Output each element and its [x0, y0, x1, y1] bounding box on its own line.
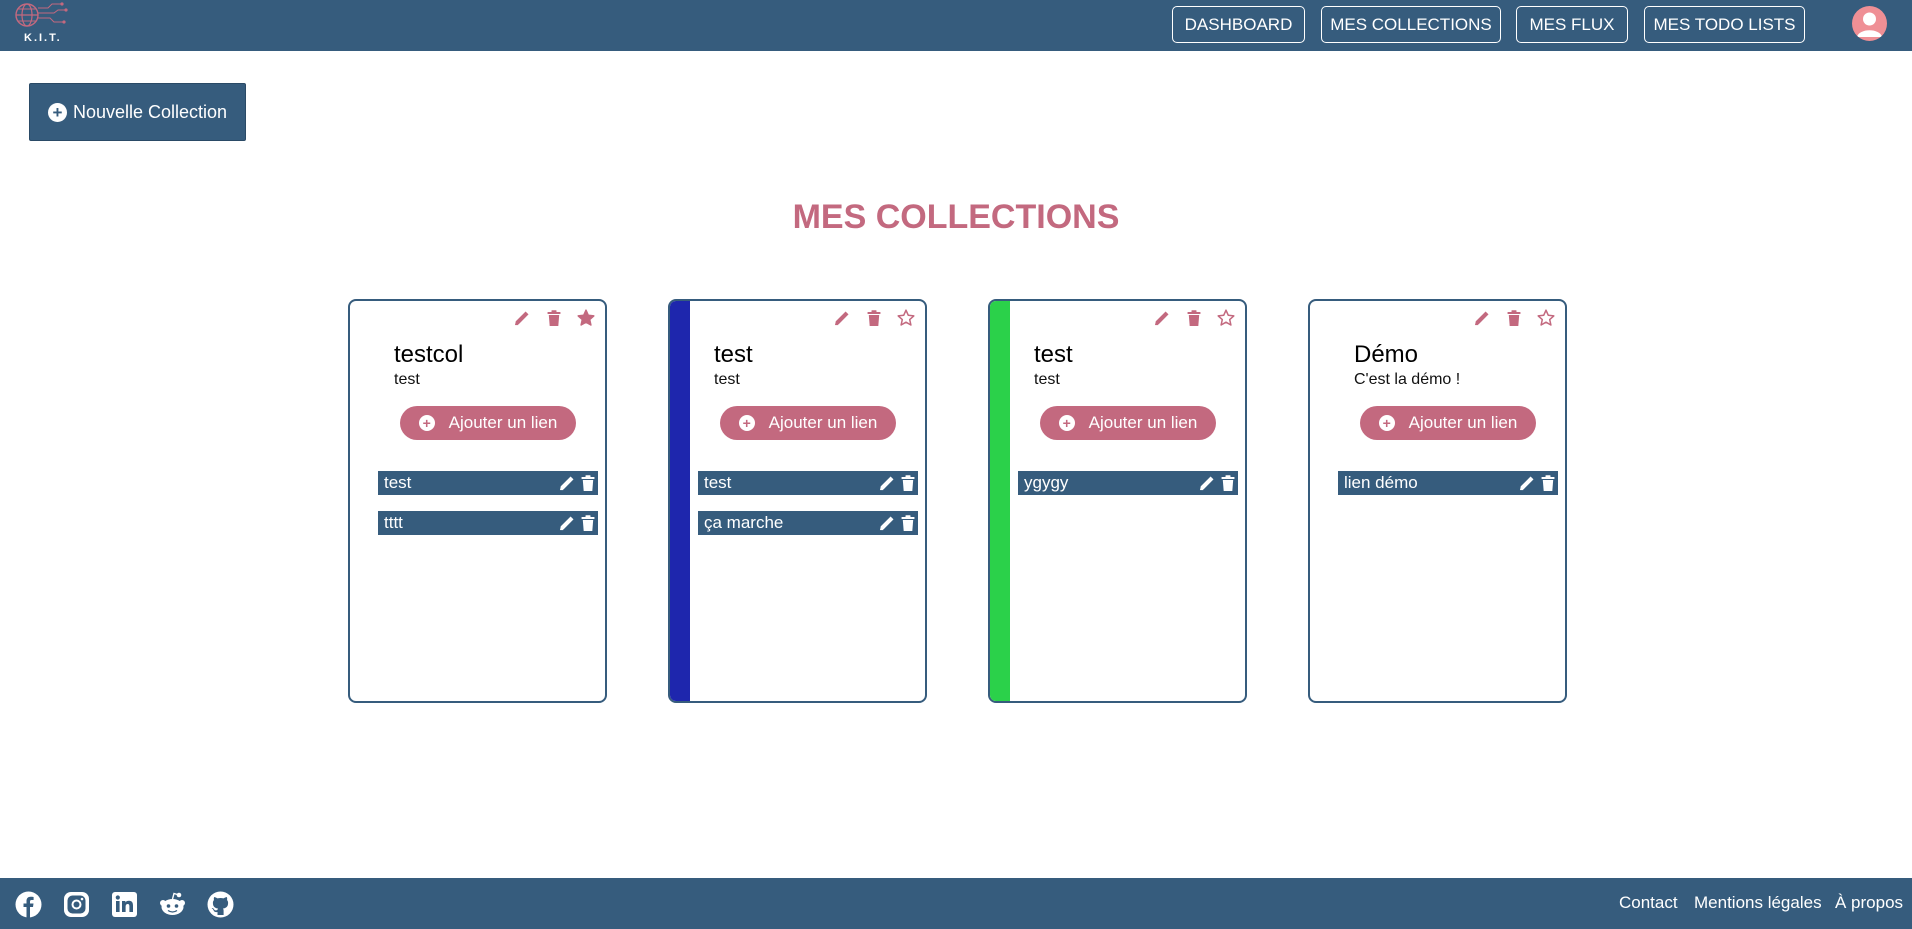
plus-circle-icon: + [738, 415, 755, 431]
plus-circle-icon: + [418, 415, 435, 431]
facebook-icon[interactable] [15, 891, 42, 918]
plus-circle-icon: + [1058, 415, 1075, 431]
collection-card: test test + Ajouter un lien test ça march… [668, 299, 927, 703]
logo-text: K.I.T. [24, 32, 62, 44]
new-collection-label: Nouvelle Collection [72, 101, 228, 122]
star-outline-icon[interactable] [1217, 309, 1235, 327]
add-link-button[interactable]: + Ajouter un lien [1040, 406, 1216, 440]
link-label: test [384, 473, 412, 492]
collection-card: test test + Ajouter un lien ygygy [988, 299, 1247, 703]
delete-trash-icon[interactable] [579, 514, 595, 531]
add-link-label: Ajouter un lien [1088, 413, 1198, 432]
star-outline-icon[interactable] [897, 309, 915, 327]
page-title: MES COLLECTIONS [792, 198, 1120, 236]
nav-todo-lists-button[interactable]: MES TODO LISTS [1644, 6, 1805, 43]
add-link-button[interactable]: + Ajouter un lien [1360, 406, 1536, 440]
collection-title: test [714, 341, 753, 368]
delete-trash-icon[interactable] [899, 514, 915, 531]
edit-pencil-icon[interactable] [558, 514, 574, 531]
link-item[interactable]: test [378, 471, 598, 495]
user-avatar[interactable] [1852, 6, 1887, 41]
link-label: lien démo [1344, 473, 1418, 492]
add-link-label: Ajouter un lien [448, 413, 558, 432]
edit-pencil-icon[interactable] [833, 309, 851, 327]
user-icon [1857, 12, 1882, 37]
collection-description: C'est la démo ! [1354, 371, 1461, 388]
collection-description: test [1034, 371, 1060, 388]
new-collection-button[interactable]: + Nouvelle Collection [29, 83, 246, 141]
star-filled-icon[interactable] [577, 309, 595, 327]
plus-circle-icon: + [47, 102, 67, 122]
edit-pencil-icon[interactable] [1473, 309, 1491, 327]
collection-card: testcol test + Ajouter un lien test tttt [348, 299, 607, 703]
collection-title: test [1034, 341, 1073, 368]
footer: Contact Mentions légales À propos [0, 878, 1912, 929]
collection-description: test [394, 371, 420, 388]
edit-pencil-icon[interactable] [1153, 309, 1171, 327]
link-label: test [704, 473, 732, 492]
link-label: ygygy [1024, 473, 1069, 492]
delete-trash-icon[interactable] [1185, 309, 1203, 327]
delete-trash-icon[interactable] [545, 309, 563, 327]
link-item[interactable]: ygygy [1018, 471, 1238, 495]
link-item[interactable]: tttt [378, 511, 598, 535]
edit-pencil-icon[interactable] [1518, 474, 1534, 491]
link-label: tttt [384, 513, 403, 532]
link-item[interactable]: test [698, 471, 918, 495]
collection-color-bar [670, 301, 690, 701]
add-link-button[interactable]: + Ajouter un lien [400, 406, 576, 440]
collection-title: testcol [394, 341, 464, 368]
add-link-button[interactable]: + Ajouter un lien [720, 406, 896, 440]
reddit-icon[interactable] [159, 891, 186, 918]
star-outline-icon[interactable] [1537, 309, 1555, 327]
add-link-label: Ajouter un lien [1408, 413, 1518, 432]
linkedin-icon[interactable] [111, 891, 138, 918]
nav-flux-button[interactable]: MES FLUX [1516, 6, 1628, 43]
edit-pencil-icon[interactable] [878, 514, 894, 531]
nav-dashboard-button[interactable]: DASHBOARD [1172, 6, 1305, 43]
delete-trash-icon[interactable] [579, 474, 595, 491]
footer-link-about[interactable]: À propos [1835, 893, 1903, 913]
footer-link-contact[interactable]: Contact [1619, 893, 1678, 913]
collection-description: test [714, 371, 740, 388]
footer-link-legal[interactable]: Mentions légales [1694, 893, 1822, 913]
delete-trash-icon[interactable] [1539, 474, 1555, 491]
add-link-label: Ajouter un lien [768, 413, 878, 432]
delete-trash-icon[interactable] [1219, 474, 1235, 491]
edit-pencil-icon[interactable] [513, 309, 531, 327]
github-icon[interactable] [207, 891, 234, 918]
collection-card: Démo C'est la démo ! + Ajouter un lien li… [1308, 299, 1567, 703]
edit-pencil-icon[interactable] [558, 474, 574, 491]
link-label: ça marche [704, 513, 784, 532]
delete-trash-icon[interactable] [1505, 309, 1523, 327]
top-navbar: K.I.T. DASHBOARD MES COLLECTIONS MES FLU… [0, 0, 1912, 51]
plus-circle-icon: + [1378, 415, 1395, 431]
delete-trash-icon[interactable] [865, 309, 883, 327]
instagram-icon[interactable] [63, 891, 90, 918]
collection-color-bar [990, 301, 1010, 701]
delete-trash-icon[interactable] [899, 474, 915, 491]
edit-pencil-icon[interactable] [878, 474, 894, 491]
collection-title: Démo [1354, 341, 1419, 368]
link-item[interactable]: ça marche [698, 511, 918, 535]
edit-pencil-icon[interactable] [1198, 474, 1214, 491]
link-item[interactable]: lien démo [1338, 471, 1558, 495]
nav-collections-button[interactable]: MES COLLECTIONS [1321, 6, 1501, 43]
kit-logo[interactable]: K.I.T. [10, 0, 72, 46]
